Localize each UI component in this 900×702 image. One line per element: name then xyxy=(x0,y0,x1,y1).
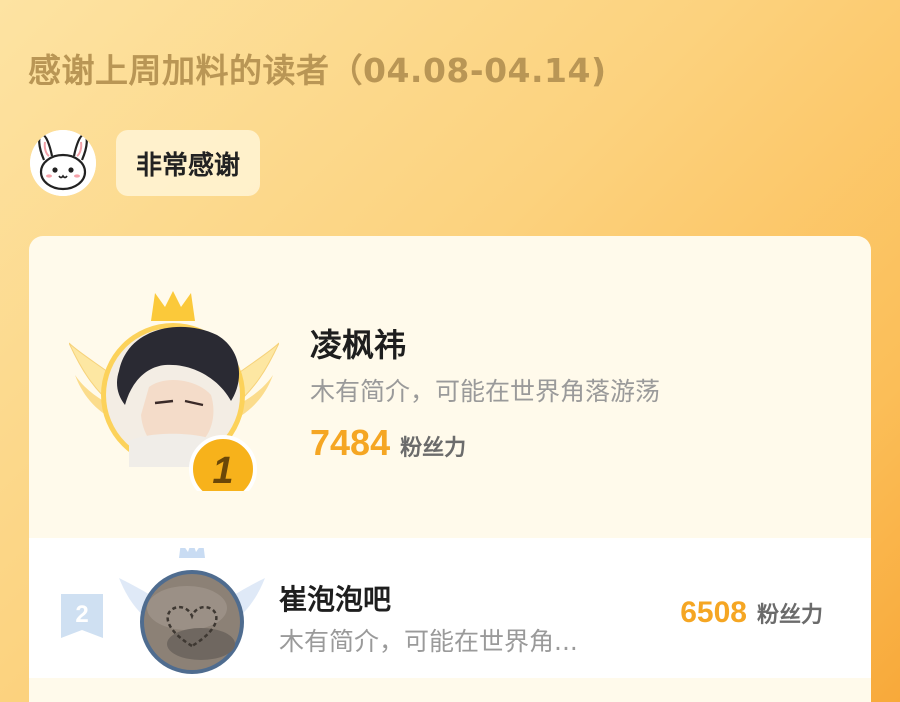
rank-2-badge: 2 xyxy=(61,594,103,638)
first-place-description: 木有简介，可能在世界角落游荡 xyxy=(310,377,661,406)
page-title: 感谢上周加料的读者（04.08-04.14) xyxy=(28,51,607,90)
leaderboard-row-first[interactable]: 1 凌枫祎 木有简介，可能在世界角落游荡 7484 粉丝力 xyxy=(29,236,871,538)
second-place-score: 6508 粉丝力 xyxy=(680,596,823,630)
second-place-score-value: 6508 xyxy=(680,596,747,629)
rank-1-badge: 1 xyxy=(212,450,233,491)
rank-2-number: 2 xyxy=(75,601,88,628)
second-place-score-unit: 粉丝力 xyxy=(756,603,823,628)
first-place-score-unit: 粉丝力 xyxy=(400,436,467,461)
crown-wings-icon xyxy=(117,540,267,678)
first-place-score-value: 7484 xyxy=(310,422,391,463)
first-place-name: 凌枫祎 xyxy=(310,326,407,364)
leaderboard-row-second[interactable]: 2 崔泡泡吧 木有简介，可能在世界角... 6508 粉丝力 xyxy=(29,538,871,678)
second-place-description: 木有简介，可能在世界角... xyxy=(279,627,578,656)
second-place-name: 崔泡泡吧 xyxy=(279,583,392,616)
leaderboard-card: 1 凌枫祎 木有简介，可能在世界角落游荡 7484 粉丝力 2 崔泡泡吧 木有简… xyxy=(29,236,871,702)
first-place-score: 7484 粉丝力 xyxy=(310,422,466,464)
thanks-message: 非常感谢 xyxy=(116,130,261,196)
bunny-face-icon xyxy=(30,130,96,196)
crown-wings-icon: 1 xyxy=(68,291,280,503)
